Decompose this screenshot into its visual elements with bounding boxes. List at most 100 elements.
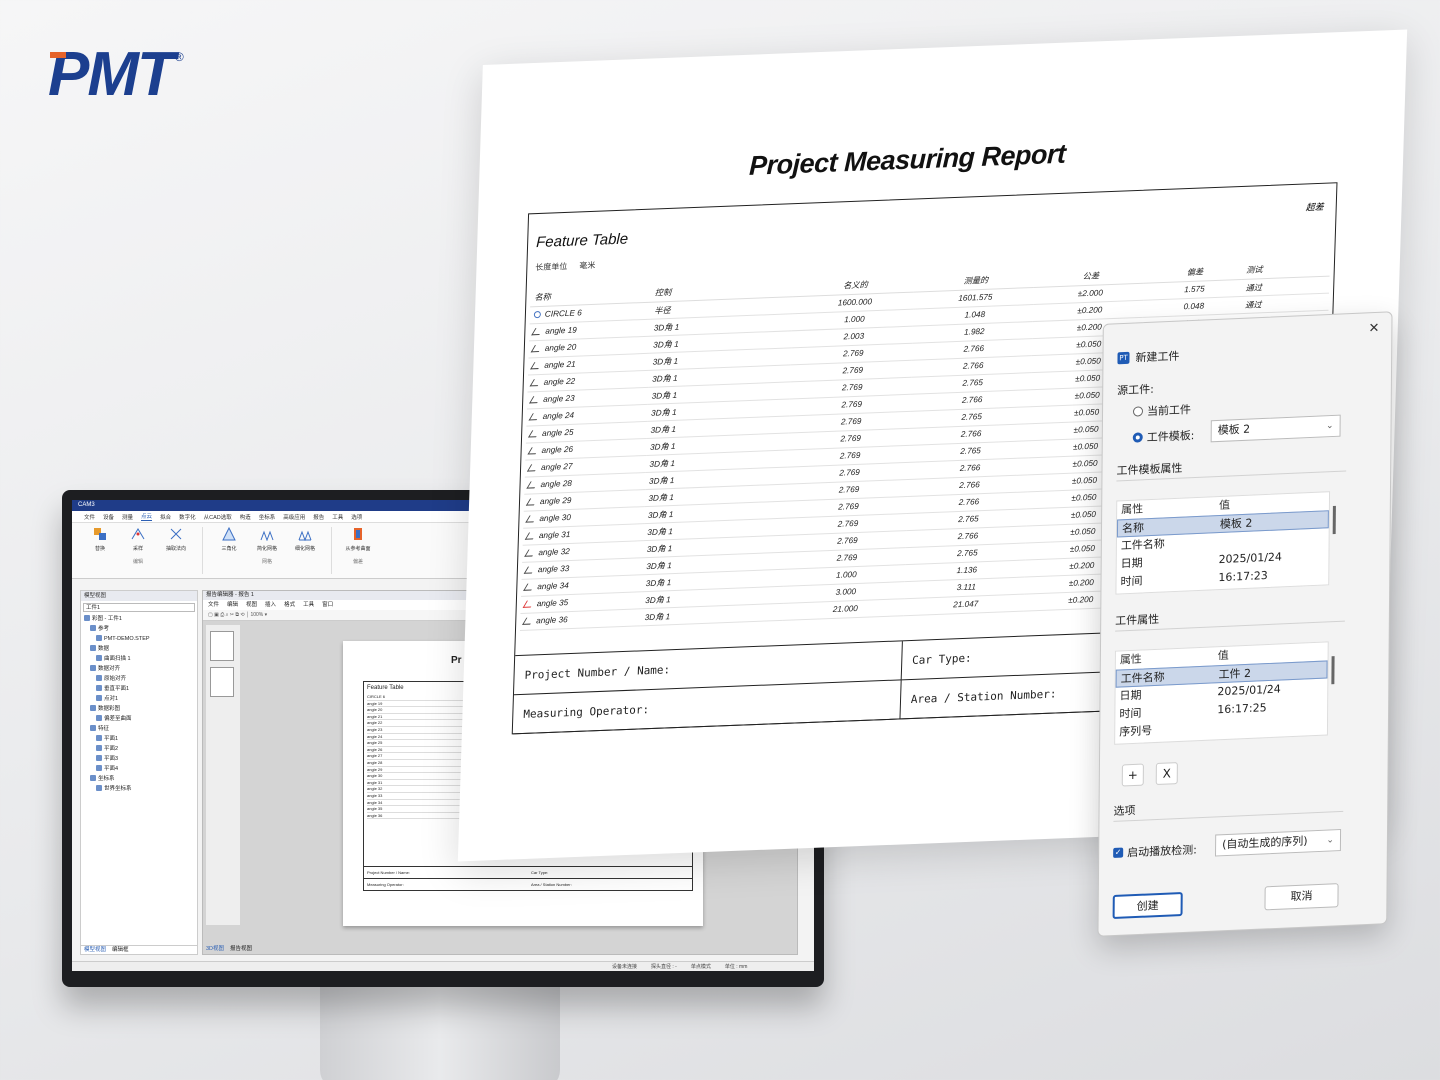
sample-icon — [131, 528, 145, 540]
menu-item[interactable]: 从CAD选取 — [204, 513, 232, 521]
extract-normal-icon — [170, 528, 182, 540]
radio-workpiece-template[interactable]: 工件模板: — [1132, 427, 1195, 446]
re-menu-item[interactable]: 文件 — [208, 600, 219, 610]
surface-deviation-icon — [354, 528, 362, 540]
tab-edit-box[interactable]: 编辑框 — [112, 946, 129, 954]
tree-item[interactable]: 原始对齐 — [84, 674, 197, 684]
status-bar: 设备未连接 探头直径 : - 单点模式 单位 : mm — [72, 961, 814, 971]
tree-item[interactable]: 世界坐标系 — [84, 784, 197, 794]
tab-model-view[interactable]: 模型视图 — [84, 946, 106, 954]
report-editor-tabs: 3D视图 报告视图 — [203, 945, 252, 954]
tree-item[interactable]: 垂直平面1 — [84, 684, 197, 694]
page-thumbnails — [206, 625, 240, 925]
re-menu-item[interactable]: 视图 — [246, 600, 257, 610]
tab-report-view[interactable]: 报告视图 — [230, 945, 252, 954]
tree-item[interactable]: 平面1 — [84, 734, 197, 744]
zoom-select[interactable]: 100% — [250, 612, 263, 618]
status-unit: 单位 : mm — [724, 964, 748, 970]
tree-item[interactable]: 曲面扫描 1 — [84, 654, 197, 664]
tab-3d-view[interactable]: 3D视图 — [206, 945, 224, 954]
options-label: 选项 — [1113, 803, 1136, 818]
mini-foot-cell: Car Type: — [528, 867, 692, 879]
page-thumbnail[interactable] — [210, 667, 234, 697]
refine-mesh-icon — [298, 530, 312, 541]
unit-value: 毫米 — [579, 260, 596, 271]
refine-mesh-button[interactable]: 细化网格 — [291, 527, 319, 552]
re-menu-item[interactable]: 插入 — [265, 600, 276, 610]
re-menu-item[interactable]: 格式 — [284, 600, 295, 610]
auto-check-checkbox[interactable]: ✓ 启动播放检测: — [1113, 841, 1197, 861]
menu-item[interactable]: 坐标系 — [259, 513, 276, 521]
menu-item[interactable]: 构造 — [240, 513, 251, 521]
extract-normal-button[interactable]: 抽取法向 — [162, 527, 190, 552]
tree-item[interactable]: 坐标系 — [84, 774, 197, 784]
source-label: 源工件: — [1117, 382, 1154, 398]
scrollbar[interactable] — [1331, 656, 1335, 685]
brand-logo: PMT ® — [48, 40, 184, 109]
cell-name: angle 36 — [519, 608, 641, 630]
menu-item[interactable]: 选项 — [351, 513, 362, 521]
simplify-mesh-button[interactable]: 简化网格 — [253, 527, 281, 552]
work-props-label: 工件属性 — [1115, 612, 1160, 628]
triangulate-button[interactable]: 三角化 — [215, 527, 243, 552]
angle-feature-icon — [526, 464, 540, 472]
status-mode[interactable]: 单点模式 — [691, 962, 711, 971]
tree-item[interactable]: PMT-DEMO.STEP — [84, 634, 197, 644]
tree-item[interactable]: 平面3 — [84, 754, 197, 764]
tree-item[interactable]: 平面2 — [84, 744, 197, 754]
page-thumbnail[interactable] — [210, 631, 234, 661]
cancel-button[interactable]: 取消 — [1264, 883, 1339, 911]
template-props-grid: 属性值 名称 模板 2 工件名称 日期 2025/01/24 时间 16:17:23 — [1115, 491, 1336, 595]
tree-item[interactable]: 数据彩图 — [84, 704, 197, 714]
menu-item[interactable]: 数字化 — [179, 513, 196, 521]
re-menu-item[interactable]: 编辑 — [227, 600, 238, 610]
feature-table-title: Feature Table — [535, 230, 629, 252]
angle-feature-icon — [522, 600, 535, 608]
radio-icon — [1132, 406, 1144, 417]
unit-row: 长度单位 毫米 — [535, 260, 595, 273]
sequence-select[interactable]: (自动生成的序列) ⌄ — [1215, 829, 1342, 857]
template-select[interactable]: 模板 2 ⌄ — [1210, 414, 1341, 443]
menu-item[interactable]: 点云 — [141, 512, 153, 521]
cell-measured: 21.047 — [903, 593, 1025, 616]
tree-item[interactable]: 数据对齐 — [84, 664, 197, 674]
remove-property-button[interactable]: X — [1155, 762, 1178, 786]
tree-item[interactable]: 点对1 — [84, 694, 197, 704]
menu-item[interactable]: 工具 — [332, 513, 343, 521]
tree-item[interactable]: 参考 — [84, 624, 197, 634]
sample-button[interactable]: 采样 — [124, 527, 152, 552]
angle-feature-icon — [522, 617, 535, 625]
radio-current-workpiece[interactable]: 当前工件 — [1132, 401, 1191, 420]
chevron-down-icon: ⌄ — [1326, 835, 1335, 846]
brand-name: PMT — [48, 40, 175, 109]
report-title: Project Measuring Report — [748, 138, 1066, 181]
dialog-header: PT 新建工件 — [1117, 348, 1179, 367]
status-probe: 探头直径 : - — [651, 964, 677, 970]
menu-item[interactable]: 测量 — [122, 513, 133, 521]
create-button[interactable]: 创建 — [1112, 891, 1183, 920]
menu-item[interactable]: 拟合 — [160, 513, 171, 521]
re-menu-item[interactable]: 工具 — [303, 600, 314, 610]
replace-button[interactable]: 替换 — [86, 527, 114, 552]
tree-item[interactable]: 平面4 — [84, 764, 197, 774]
simplify-mesh-icon — [260, 530, 274, 541]
re-menu-item[interactable]: 窗口 — [322, 600, 333, 610]
scrollbar[interactable] — [1332, 505, 1336, 535]
close-icon[interactable]: ✕ — [1368, 321, 1379, 336]
tree-item[interactable]: 数据 — [84, 644, 197, 654]
tree-item[interactable]: 特征 — [84, 724, 197, 734]
menu-item[interactable]: 设备 — [103, 513, 114, 521]
add-property-button[interactable]: + — [1121, 763, 1144, 787]
tree-item[interactable]: 偏差至曲面 — [84, 714, 197, 724]
workpiece-select[interactable]: 工件1 — [83, 603, 195, 612]
mini-foot-cell: Project Number / Name: — [364, 867, 528, 879]
unit-label: 长度单位 — [535, 261, 568, 273]
menu-item[interactable]: 文件 — [84, 513, 95, 521]
menu-item[interactable]: 报告 — [313, 513, 324, 521]
new-workpiece-dialog: ✕ PT 新建工件 源工件: 当前工件 工件模板: 模板 2 ⌄ 工件模板属性 … — [1097, 311, 1393, 937]
brand-registered-mark: ® — [174, 50, 184, 64]
angle-feature-icon — [523, 583, 536, 591]
menu-item[interactable]: 高级应用 — [283, 513, 305, 521]
tree-item[interactable]: 彩图 - 工件1 — [84, 614, 197, 624]
from-reference-surface-button[interactable]: 从参考曲面 — [344, 527, 372, 552]
